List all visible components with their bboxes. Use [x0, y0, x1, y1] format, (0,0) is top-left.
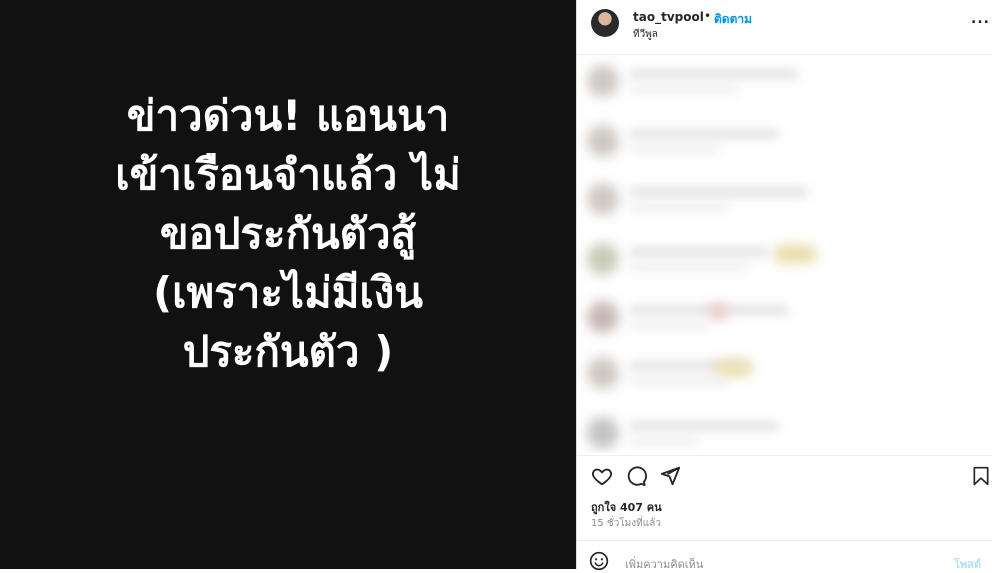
more-icon[interactable]: ...	[971, 11, 990, 27]
heart-icon[interactable]	[591, 465, 613, 487]
blurred-text	[629, 247, 769, 257]
post-timestamp[interactable]: 15 ชั่วโมงที่แล้ว	[591, 516, 661, 531]
blurred-text	[629, 129, 779, 139]
list-item	[583, 119, 987, 163]
blurred-highlight	[773, 245, 817, 263]
avatar[interactable]	[591, 9, 619, 37]
list-item	[583, 59, 987, 103]
headline-line: ขอประกันตัวสู้	[159, 209, 417, 258]
blurred-text	[629, 145, 719, 153]
post-side-panel: tao_tvpool • ติดตาม ทีวีพูล ... ถูกใจ 40…	[576, 0, 992, 573]
headline-line: ประกันตัว )	[182, 327, 394, 376]
blurred-text	[629, 263, 749, 271]
blurred-text	[629, 69, 799, 79]
emoji-icon[interactable]	[589, 551, 609, 571]
list-item	[583, 237, 987, 281]
avatar	[587, 301, 619, 333]
post-actions-bar	[577, 455, 992, 496]
avatar	[587, 417, 619, 449]
headline-line: เข้าเรือนจำแล้ว ไม่	[115, 150, 461, 199]
list-item	[583, 351, 987, 395]
likes-count[interactable]: ถูกใจ 407 คน	[591, 498, 662, 516]
blurred-text	[629, 421, 779, 431]
post-header: tao_tvpool • ติดตาม ทีวีพูล ...	[577, 0, 992, 55]
avatar	[587, 357, 619, 389]
username-link[interactable]: tao_tvpool	[633, 10, 704, 24]
blurred-text	[629, 203, 729, 211]
blurred-text	[629, 321, 709, 329]
blurred-highlight	[713, 359, 753, 377]
list-item	[583, 295, 987, 339]
account-sublabel: ทีวีพูล	[633, 29, 658, 40]
headline-text: ข่าวด่วน! แอนนา เข้าเรือนจำแล้ว ไม่ ขอปร…	[0, 86, 576, 381]
post-media: ข่าวด่วน! แอนนา เข้าเรือนจำแล้ว ไม่ ขอปร…	[0, 0, 576, 569]
avatar	[587, 125, 619, 157]
comment-input[interactable]: เพิ่มความคิดเห็น	[625, 555, 703, 573]
headline-line: ข่าวด่วน! แอนนา	[126, 91, 450, 140]
avatar	[587, 243, 619, 275]
comments-list-blurred	[577, 55, 992, 453]
blurred-text	[629, 85, 739, 93]
list-item	[583, 177, 987, 221]
blurred-text	[629, 187, 809, 197]
blurred-highlight	[709, 303, 727, 321]
list-item	[583, 411, 987, 453]
bookmark-icon[interactable]	[971, 465, 991, 487]
follow-button[interactable]: ติดตาม	[714, 10, 752, 29]
avatar	[587, 65, 619, 97]
blurred-text	[629, 437, 699, 445]
blurred-text	[629, 377, 729, 385]
headline-line: (เพราะไม่มีเงิน	[152, 268, 423, 317]
avatar	[587, 183, 619, 215]
share-icon[interactable]	[659, 465, 681, 487]
separator-dot: •	[704, 9, 712, 23]
comment-composer: เพิ่มความคิดเห็น โพสต์	[577, 540, 992, 573]
comment-icon[interactable]	[625, 465, 647, 487]
post-comment-button[interactable]: โพสต์	[954, 555, 981, 573]
